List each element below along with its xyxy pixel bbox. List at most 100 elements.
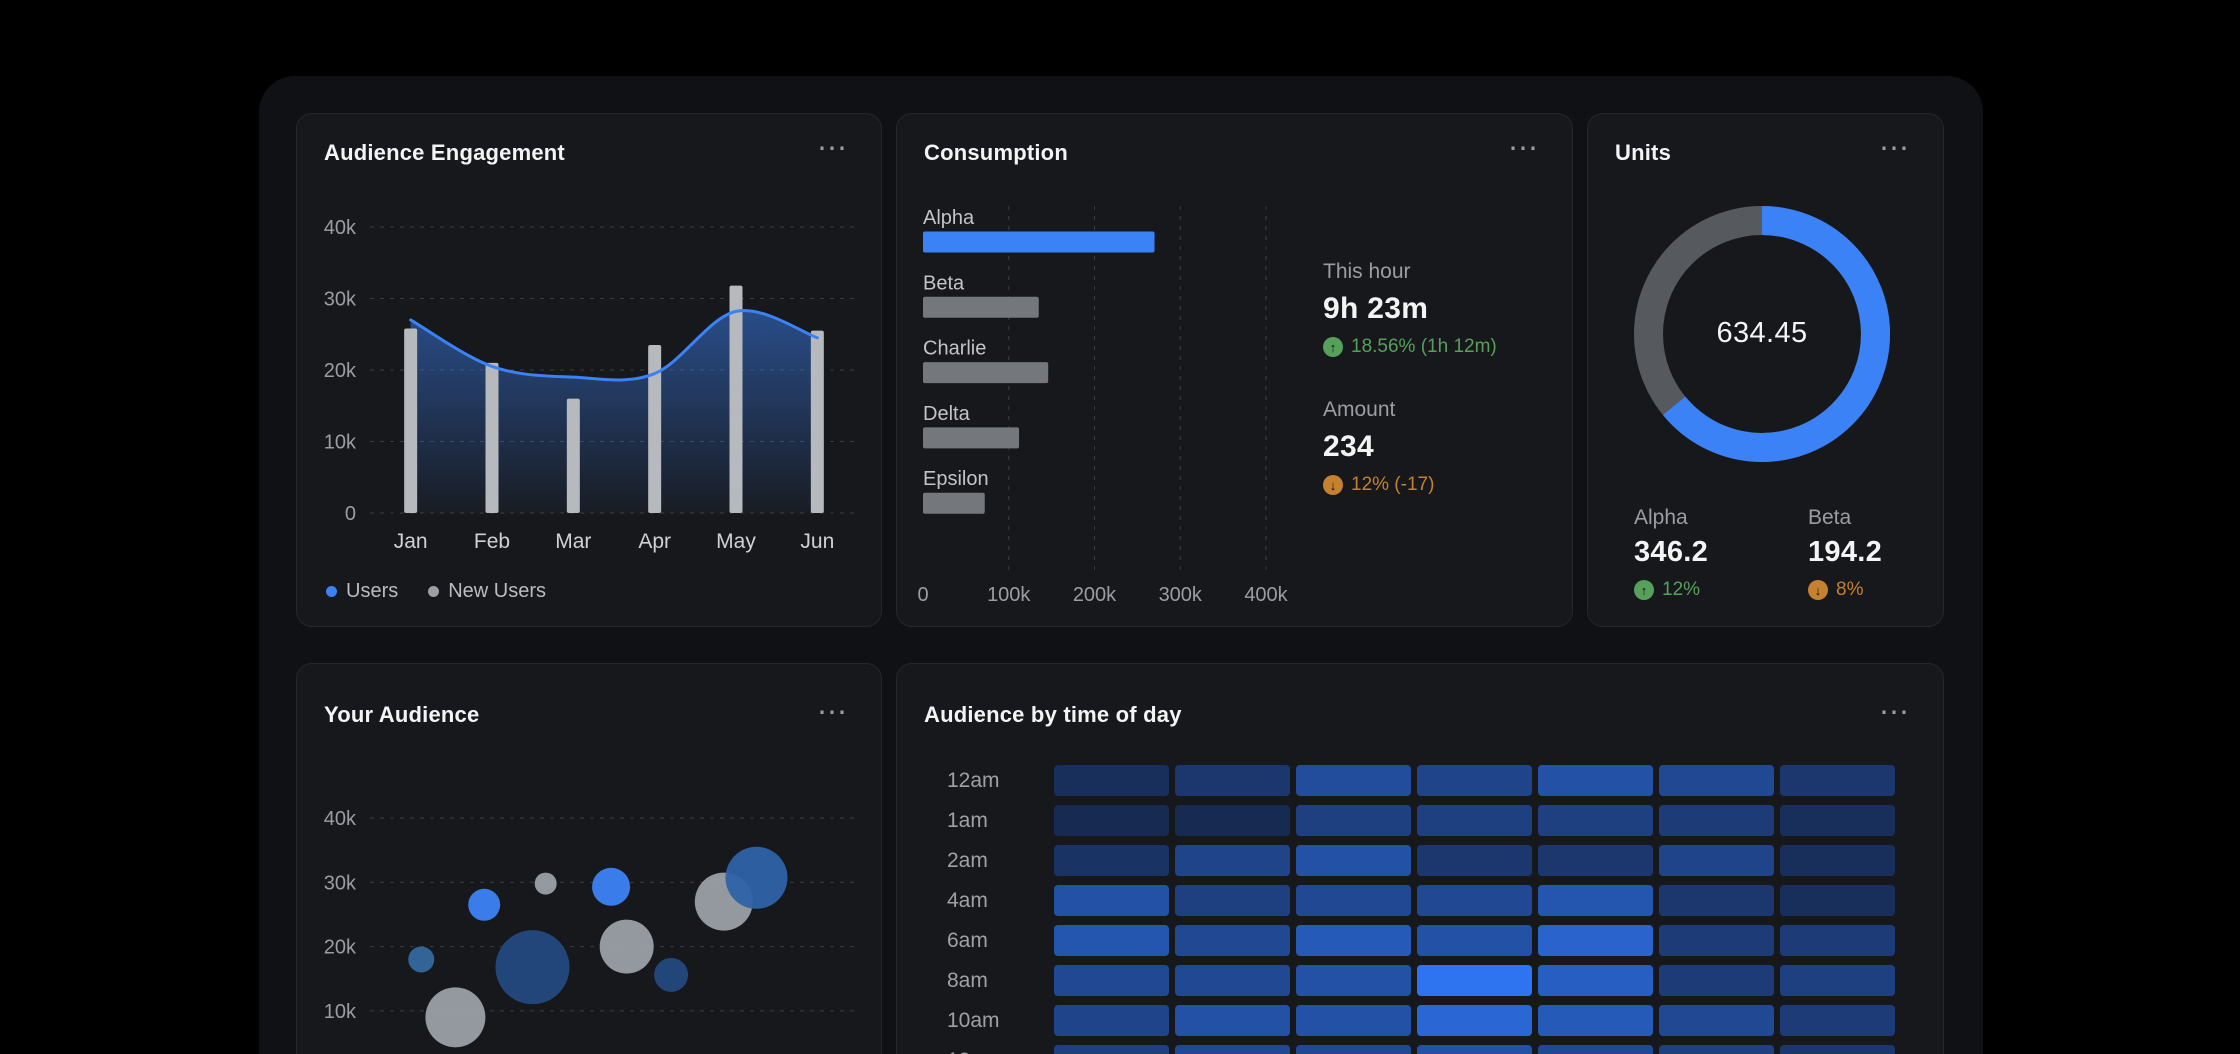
heatmap-row: 1am (947, 805, 1895, 836)
arrow-up-circle-icon: ↑ (1634, 580, 1654, 600)
heatmap-row-label: 6am (947, 928, 988, 952)
arrow-up-glyph: ↑ (1329, 339, 1337, 355)
x-tick-label: Jan (394, 530, 428, 553)
units-more-options-icon[interactable]: ⋯ (1871, 130, 1917, 168)
heatmap-cell (1296, 925, 1411, 956)
heatmap-cell (1659, 845, 1774, 876)
new-users-bar (810, 330, 824, 513)
audience-bubble (599, 919, 654, 974)
heatmap-cell (1175, 1005, 1290, 1036)
legend-item-users[interactable]: Users (326, 580, 398, 603)
heatmap-cell (1659, 1045, 1774, 1054)
new-users-bar (404, 328, 418, 513)
engagement-combo-chart: 40k 30k 20k 10k 0 Jan Feb Mar Apr May Jun (324, 217, 858, 553)
heatmap-cell (1780, 845, 1895, 876)
unit-breakdown-alpha: Alpha 346.2 ↑ 12% (1634, 506, 1708, 601)
y-tick-label: 40k (324, 217, 357, 239)
x-tick-label: 0 (917, 584, 928, 606)
new-users-bar (566, 398, 580, 513)
your-audience-more-options-icon[interactable]: ⋯ (809, 694, 855, 732)
your-audience-card-title: Your Audience (324, 702, 480, 727)
heatmap-cell (1659, 765, 1774, 796)
new-users-bar (485, 362, 499, 513)
x-tick-label: Apr (638, 530, 671, 553)
unit-beta-label: Beta (1808, 506, 1852, 529)
heatmap-cell (1659, 805, 1774, 836)
heatmap-row: 8am (947, 965, 1895, 996)
heatmap-cell (1175, 885, 1290, 916)
dashboard-background: 40k 30k 20k 10k 0 Jan Feb Mar Apr May Jun Audience… (0, 0, 2240, 1054)
card-audience-engagement: 40k 30k 20k 10k 0 Jan Feb Mar Apr May Jun Audience… (296, 113, 882, 627)
consumption-bar-alpha (923, 231, 1155, 253)
heatmap-row-label: 2am (947, 848, 988, 872)
x-tick-label: 400k (1244, 584, 1288, 606)
unit-breakdown-beta: Beta 194.2 ↓ 8% (1808, 506, 1882, 601)
stat-amount-delta-text: 12% (-17) (1351, 474, 1435, 495)
heatmap-cell (1175, 805, 1290, 836)
heatmap-cell (1780, 1045, 1895, 1054)
heatmap-cell (1175, 925, 1290, 956)
time-of-day-more-options-icon[interactable]: ⋯ (1871, 694, 1917, 732)
heatmap-cell (1175, 845, 1290, 876)
heatmap-cell (1417, 1005, 1532, 1036)
consumption-bar-delta (923, 427, 1020, 449)
bar-category-label: Delta (923, 403, 971, 425)
heatmap-cell (1417, 965, 1532, 996)
stat-this-hour-delta: ↑ 18.56% (1h 12m) (1323, 336, 1572, 358)
heatmap-cell (1538, 1005, 1653, 1036)
y-tick-label: 20k (324, 937, 357, 959)
x-tick-label: Jun (800, 530, 834, 553)
stat-this-hour-label: This hour (1323, 260, 1411, 283)
heatmap-cell (1296, 765, 1411, 796)
card-your-audience: 40k 30k 20k 10k Your Audience ⋯ (296, 663, 882, 1054)
heatmap-cell (1054, 925, 1169, 956)
units-card-title: Units (1615, 140, 1671, 165)
unit-alpha-delta: ↑ 12% (1634, 579, 1708, 601)
heatmap-cell (1296, 965, 1411, 996)
x-tick-label: 300k (1159, 584, 1203, 606)
heatmap-cell (1417, 765, 1532, 796)
heatmap-cell (1780, 885, 1895, 916)
heatmap-cell (1296, 885, 1411, 916)
card-units: Units ⋯ 634.45 Alpha 346.2 ↑ 12% Beta 19… (1587, 113, 1944, 627)
y-tick-label: 30k (324, 289, 357, 311)
unit-alpha-label: Alpha (1634, 506, 1688, 529)
engagement-more-options-icon[interactable]: ⋯ (809, 130, 855, 168)
heatmap-cell (1054, 805, 1169, 836)
stat-this-hour-delta-text: 18.56% (1h 12m) (1351, 336, 1497, 357)
heatmap-cell (1175, 1045, 1290, 1054)
heatmap-cell (1296, 1045, 1411, 1054)
heatmap-cell (1054, 765, 1169, 796)
y-tick-label: 20k (324, 360, 357, 382)
audience-bubble (725, 846, 788, 909)
heatmap-cell (1296, 1005, 1411, 1036)
consumption-more-options-icon[interactable]: ⋯ (1500, 130, 1546, 168)
audience-bubble (425, 987, 486, 1048)
unit-beta-delta: ↓ 8% (1808, 579, 1882, 601)
heatmap-cell (1538, 765, 1653, 796)
arrow-down-glyph: ↓ (1329, 477, 1337, 493)
heatmap-cell (1417, 845, 1532, 876)
heatmap-cell (1417, 925, 1532, 956)
heatmap-row-label: 12am (947, 768, 1000, 792)
stat-this-hour-value: 9h 23m (1323, 292, 1429, 325)
heatmap-cell (1538, 965, 1653, 996)
legend-item-new-users[interactable]: New Users (428, 580, 546, 603)
x-tick-label: 200k (1073, 584, 1117, 606)
heatmap-cell (1659, 1005, 1774, 1036)
heatmap-cell (1538, 1045, 1653, 1054)
heatmap-cell (1538, 925, 1653, 956)
legend-dot-new-users (428, 586, 440, 597)
unit-beta-value: 194.2 (1808, 536, 1883, 568)
heatmap-cell (1296, 845, 1411, 876)
audience-bubble (468, 888, 501, 921)
bar-category-label: Alpha (923, 207, 975, 229)
x-tick-label: Feb (474, 530, 510, 553)
bar-category-label: Epsilon (923, 468, 989, 490)
heatmap-cell (1175, 965, 1290, 996)
y-tick-label: 0 (345, 503, 356, 525)
arrow-down-circle-icon: ↓ (1323, 475, 1343, 495)
heatmap-cell (1054, 845, 1169, 876)
bar-category-label: Charlie (923, 338, 986, 360)
arrow-down-glyph: ↓ (1814, 582, 1822, 598)
